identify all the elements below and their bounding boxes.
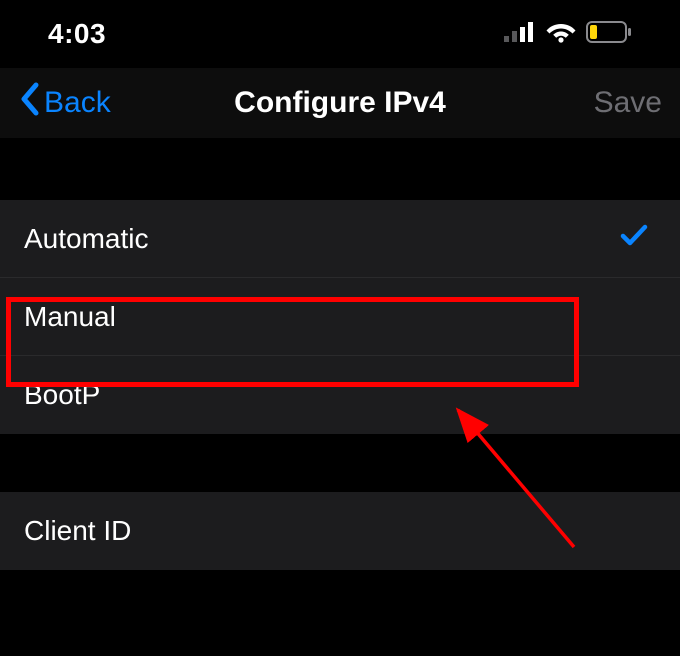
- page-title: Configure IPv4: [234, 86, 446, 120]
- ipv4-options-list: Automatic Manual BootP: [0, 200, 680, 434]
- client-id-label: Client ID: [24, 515, 131, 547]
- nav-bar: Back Configure IPv4 Save: [0, 68, 680, 138]
- checkmark-icon: [618, 219, 650, 258]
- option-automatic[interactable]: Automatic: [0, 200, 680, 278]
- back-button[interactable]: Back: [18, 81, 111, 125]
- client-id-row[interactable]: Client ID: [0, 492, 680, 570]
- status-icons-group: [504, 21, 632, 48]
- status-time: 4:03: [48, 18, 106, 50]
- client-id-section: Client ID: [0, 492, 680, 570]
- spacer: [0, 138, 680, 200]
- option-label: Manual: [24, 301, 116, 333]
- option-manual[interactable]: Manual: [0, 278, 680, 356]
- back-label: Back: [44, 86, 111, 120]
- battery-icon: [586, 21, 632, 48]
- option-label: Automatic: [24, 223, 149, 255]
- option-bootp[interactable]: BootP: [0, 356, 680, 434]
- wifi-icon: [546, 21, 576, 48]
- chevron-left-icon: [18, 81, 40, 125]
- cellular-icon: [504, 22, 536, 47]
- status-bar: 4:03: [0, 0, 680, 68]
- option-label: BootP: [24, 379, 100, 411]
- save-button[interactable]: Save: [594, 86, 662, 120]
